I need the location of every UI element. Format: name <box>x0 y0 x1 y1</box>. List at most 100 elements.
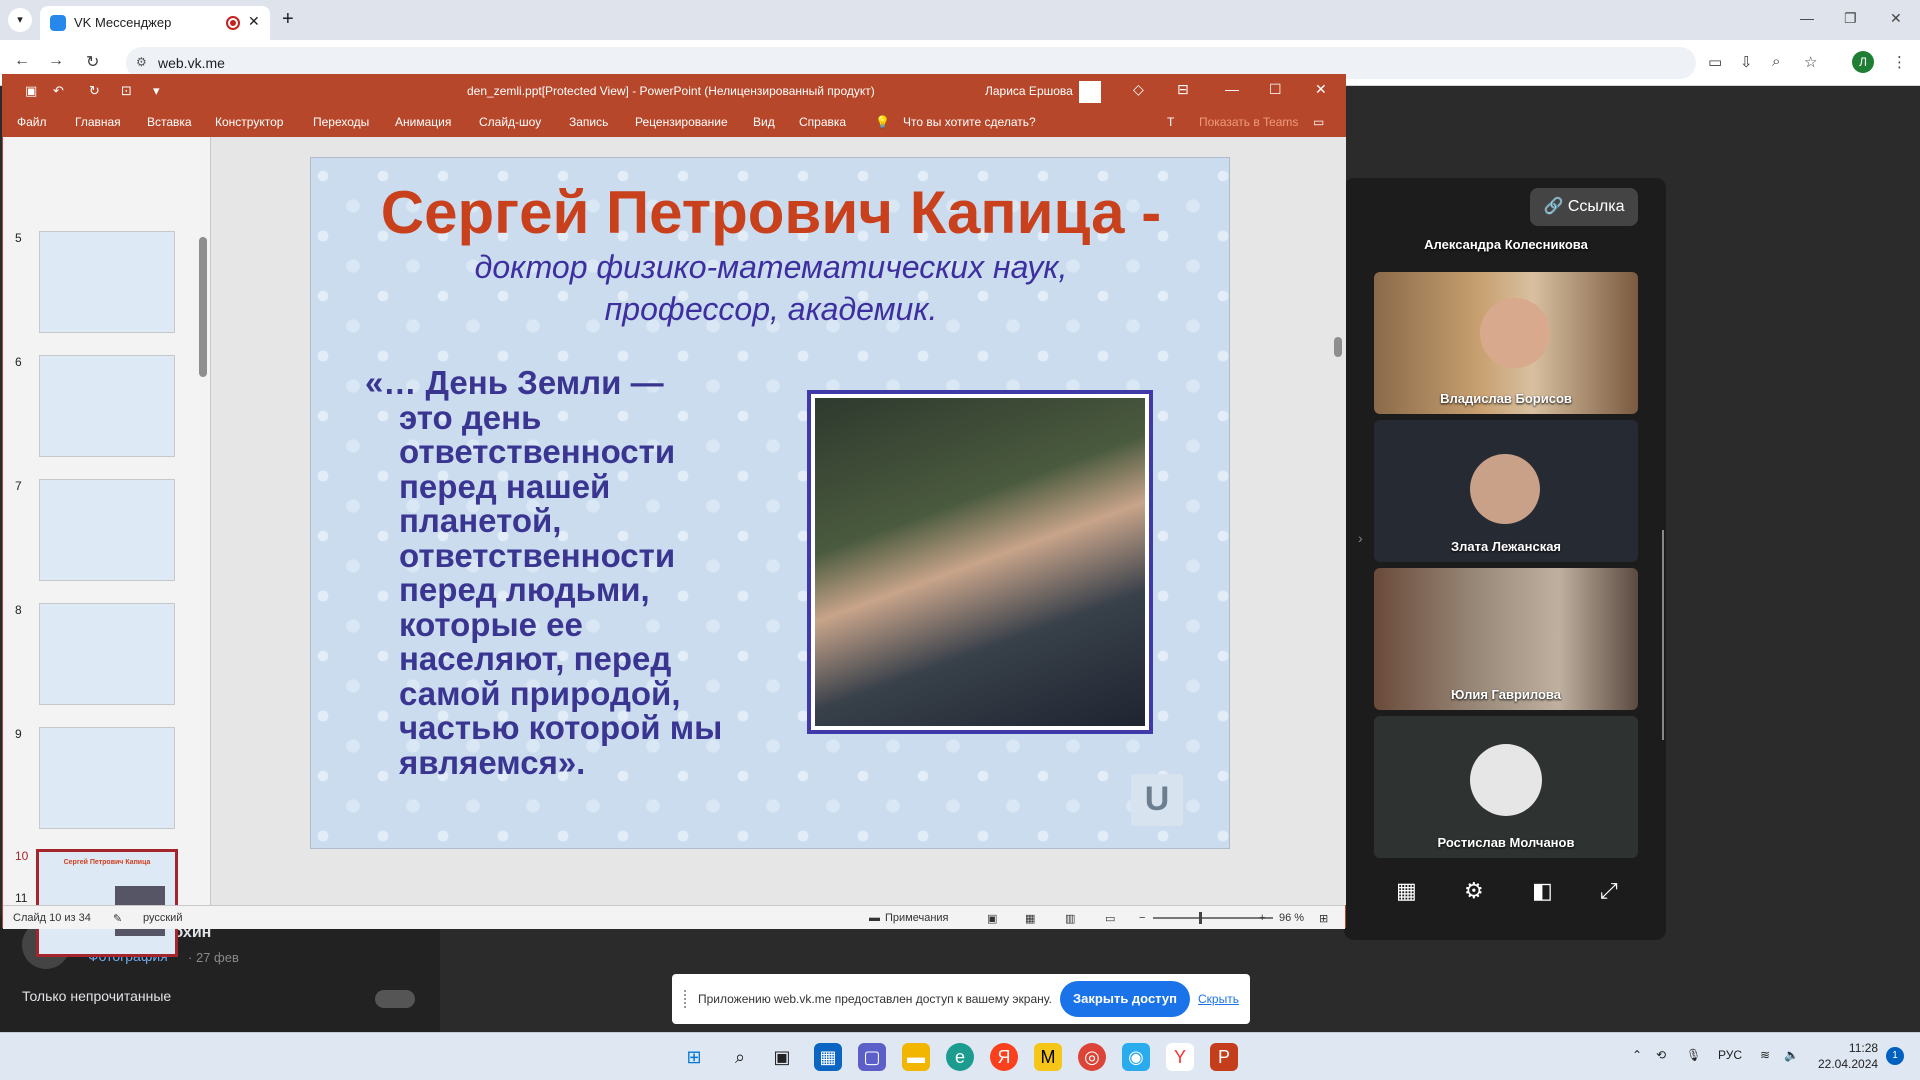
tab-transitions[interactable]: Переходы <box>313 115 369 129</box>
reading-view-icon[interactable]: ▥ <box>1065 912 1075 925</box>
chrome-icon[interactable]: ◎ <box>1078 1043 1106 1071</box>
slide-sorter-icon[interactable]: ▦ <box>1025 912 1035 925</box>
slide-thumbnail[interactable] <box>39 355 175 457</box>
taskbar-clock[interactable]: 11:28 22.04.2024 <box>1818 1040 1878 1072</box>
premium-diamond-icon[interactable]: ◇ <box>1133 81 1144 98</box>
tell-me-search[interactable]: Что вы хотите сделать? <box>903 115 1036 129</box>
customize-toolbar-icon[interactable]: ▾ <box>153 83 160 99</box>
edge-icon[interactable]: e <box>946 1043 974 1071</box>
widgets-icon[interactable]: ▦ <box>814 1043 842 1071</box>
bookmark-star-icon[interactable]: ☆ <box>1804 53 1817 71</box>
wifi-icon[interactable]: ≋ <box>1760 1048 1770 1062</box>
comments-icon[interactable]: ▭ <box>1313 115 1324 129</box>
participant-tile[interactable]: Злата Лежанская <box>1374 420 1638 562</box>
grid-view-icon[interactable]: ▦ <box>1396 878 1417 904</box>
language-label[interactable]: русский <box>143 912 182 924</box>
notification-badge[interactable]: 1 <box>1886 1047 1904 1065</box>
chevron-right-icon[interactable]: › <box>1358 530 1363 546</box>
search-icon[interactable]: ⌕ <box>726 1043 754 1071</box>
zoom-out-icon[interactable]: − <box>1139 912 1145 924</box>
tab-animations[interactable]: Анимация <box>395 115 451 129</box>
windows-start-icon[interactable]: ⊞ <box>680 1043 708 1071</box>
start-slideshow-icon[interactable]: ⊡ <box>121 83 132 99</box>
tab-home[interactable]: Главная <box>75 115 121 129</box>
back-icon[interactable]: ← <box>14 52 30 70</box>
settings-gear-icon[interactable]: ⚙ <box>1464 878 1484 904</box>
browser-tab-vk[interactable]: VK Мессенджер ✕ <box>40 6 270 40</box>
slide-thumbnail[interactable] <box>39 603 175 705</box>
zoom-in-icon[interactable]: + <box>1259 912 1265 924</box>
close-window-icon[interactable]: ✕ <box>1890 10 1902 27</box>
profile-avatar[interactable]: Л <box>1852 51 1874 73</box>
slideshow-view-icon[interactable]: ▭ <box>1105 912 1115 925</box>
microphone-icon[interactable]: 🎙 <box>1686 1048 1701 1062</box>
redo-icon[interactable]: ↻ <box>89 83 100 99</box>
participant-tile[interactable]: Владислав Борисов <box>1374 272 1638 414</box>
call-link-button[interactable]: 🔗 Ссылка <box>1530 188 1638 226</box>
slide-thumbnail[interactable] <box>39 231 175 333</box>
editor-scrollbar[interactable] <box>1334 337 1342 357</box>
slide-thumbnail[interactable] <box>39 479 175 581</box>
camera-icon[interactable]: ▭ <box>1708 53 1722 71</box>
zoom-icon[interactable]: ⌕ <box>1772 53 1780 70</box>
slide-canvas[interactable]: Сергей Петрович Капица - доктор физико-м… <box>310 157 1230 849</box>
save-icon[interactable]: ▣ <box>25 83 37 99</box>
slide-thumbnail[interactable] <box>39 727 175 829</box>
restore-window-icon[interactable]: ❐ <box>1844 10 1857 27</box>
zoom-slider-thumb[interactable] <box>1199 912 1202 924</box>
participant-tile[interactable]: Ростислав Молчанов <box>1374 716 1638 858</box>
layout-icon[interactable]: ◧ <box>1532 878 1553 904</box>
miro-icon[interactable]: M <box>1034 1043 1062 1071</box>
file-explorer-icon[interactable]: ▬ <box>902 1043 930 1071</box>
tab-insert[interactable]: Вставка <box>147 115 192 129</box>
stop-sharing-button[interactable]: Закрыть доступ <box>1060 981 1190 1017</box>
fit-to-window-icon[interactable]: ⊞ <box>1319 912 1328 925</box>
site-info-icon[interactable]: ⚙ <box>136 55 147 69</box>
minimize-window-icon[interactable]: — <box>1800 10 1814 26</box>
yandex-browser-icon[interactable]: Я <box>990 1043 1018 1071</box>
unread-filter-toggle[interactable] <box>375 990 415 1008</box>
maximize-icon[interactable]: ☐ <box>1269 81 1282 98</box>
menu-kebab-icon[interactable]: ⋮ <box>1892 53 1907 71</box>
reload-icon[interactable]: ↻ <box>86 52 99 72</box>
panel-scrollbar[interactable] <box>1662 530 1664 740</box>
zoom-slider[interactable] <box>1153 917 1273 919</box>
install-app-icon[interactable]: ⇩ <box>1740 53 1753 71</box>
tab-help[interactable]: Справка <box>799 115 846 129</box>
new-tab-button[interactable]: + <box>282 8 294 31</box>
teams-chat-icon[interactable]: ▢ <box>858 1043 886 1071</box>
account-name[interactable]: Лариса Ершова <box>985 84 1073 98</box>
undo-icon[interactable]: ↶ <box>53 83 64 99</box>
yandex-icon[interactable]: Y <box>1166 1043 1194 1071</box>
chevron-up-icon[interactable]: ⌃ <box>1632 1048 1642 1062</box>
tab-design[interactable]: Конструктор <box>215 115 283 129</box>
forward-icon[interactable]: → <box>48 52 64 70</box>
participant-tile[interactable]: Юлия Гаврилова <box>1374 568 1638 710</box>
hide-banner-link[interactable]: Скрыть <box>1198 992 1239 1006</box>
return-arrow-icon[interactable]: U <box>1131 774 1183 826</box>
slide-thumbnail-selected[interactable]: Сергей Петрович Капица <box>36 849 178 957</box>
show-in-teams[interactable]: Показать в Teams <box>1199 115 1298 129</box>
tab-review[interactable]: Рецензирование <box>635 115 728 129</box>
sync-icon[interactable]: ⟲ <box>1656 1048 1666 1062</box>
normal-view-icon[interactable]: ▣ <box>987 912 997 925</box>
tab-record[interactable]: Запись <box>569 115 608 129</box>
powerpoint-icon[interactable]: P <box>1210 1043 1238 1071</box>
drag-handle-icon[interactable] <box>684 990 690 1008</box>
volume-icon[interactable]: 🔈 <box>1784 1048 1799 1062</box>
thumbnails-scrollbar[interactable] <box>199 237 207 377</box>
input-language[interactable]: РУС <box>1718 1048 1742 1062</box>
messenger-icon[interactable]: ◉ <box>1122 1043 1150 1071</box>
tab-view[interactable]: Вид <box>753 115 775 129</box>
account-avatar[interactable] <box>1079 81 1101 103</box>
tab-file[interactable]: Файл <box>17 115 47 129</box>
tab-list-button[interactable]: ▾ <box>8 8 32 32</box>
ribbon-display-icon[interactable]: ⊟ <box>1177 81 1189 98</box>
close-tab-icon[interactable]: ✕ <box>248 13 260 30</box>
tab-slideshow[interactable]: Слайд-шоу <box>479 115 541 129</box>
task-view-icon[interactable]: ▣ <box>768 1043 796 1071</box>
minimize-icon[interactable]: — <box>1225 81 1239 97</box>
close-icon[interactable]: ✕ <box>1315 81 1327 98</box>
zoom-level[interactable]: 96 % <box>1279 912 1304 924</box>
notes-button[interactable]: Примечания <box>885 912 949 924</box>
